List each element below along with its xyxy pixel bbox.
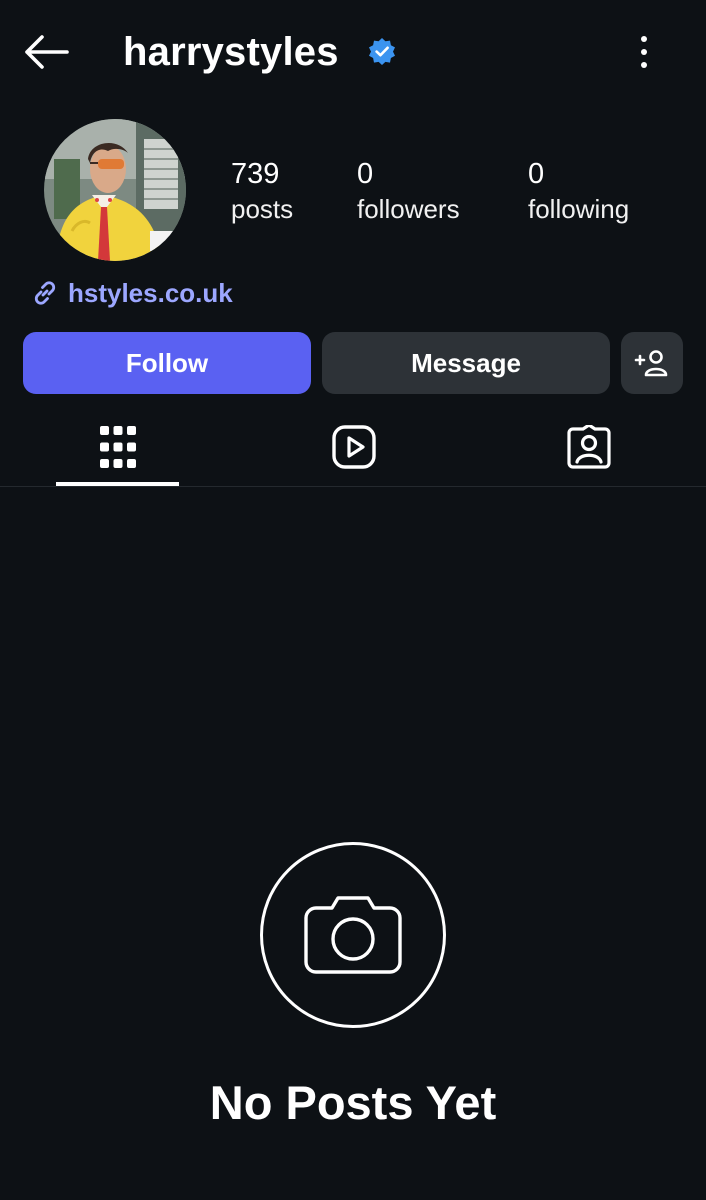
tab-posts-grid[interactable] — [56, 412, 179, 482]
stat-following[interactable]: 0 following — [528, 156, 629, 226]
empty-state-camera — [260, 842, 446, 1028]
tab-tagged[interactable] — [527, 412, 650, 482]
grid-icon — [99, 426, 136, 468]
arrow-left-icon — [25, 35, 69, 69]
empty-state-title: No Posts Yet — [209, 1076, 497, 1129]
reels-icon — [331, 425, 376, 469]
followers-label: followers — [357, 194, 460, 224]
tagged-icon — [566, 425, 611, 469]
verified-badge-icon — [368, 37, 396, 65]
add-user-icon — [634, 350, 668, 377]
follow-button[interactable]: Follow — [23, 332, 311, 394]
stat-followers[interactable]: 0 followers — [357, 156, 460, 226]
more-vertical-icon — [641, 36, 647, 42]
camera-icon — [304, 896, 402, 974]
posts-count: 739 — [231, 158, 280, 190]
tab-reels[interactable] — [292, 412, 415, 482]
followers-count: 0 — [357, 158, 374, 190]
more-options-button[interactable] — [628, 30, 660, 74]
profile-link-text: hstyles.co.uk — [68, 277, 233, 308]
profile-link[interactable]: hstyles.co.uk — [30, 276, 233, 310]
link-icon — [34, 281, 56, 305]
posts-label: posts — [231, 194, 294, 224]
message-button[interactable]: Message — [322, 332, 610, 394]
profile-username: harrystyles — [123, 30, 339, 74]
following-count: 0 — [528, 158, 545, 190]
back-button[interactable] — [20, 30, 72, 74]
following-label: following — [528, 194, 630, 224]
tabs-divider — [0, 486, 706, 487]
stat-posts[interactable]: 739 posts — [231, 156, 293, 226]
profile-avatar[interactable] — [44, 119, 186, 261]
add-user-button[interactable] — [621, 332, 683, 394]
